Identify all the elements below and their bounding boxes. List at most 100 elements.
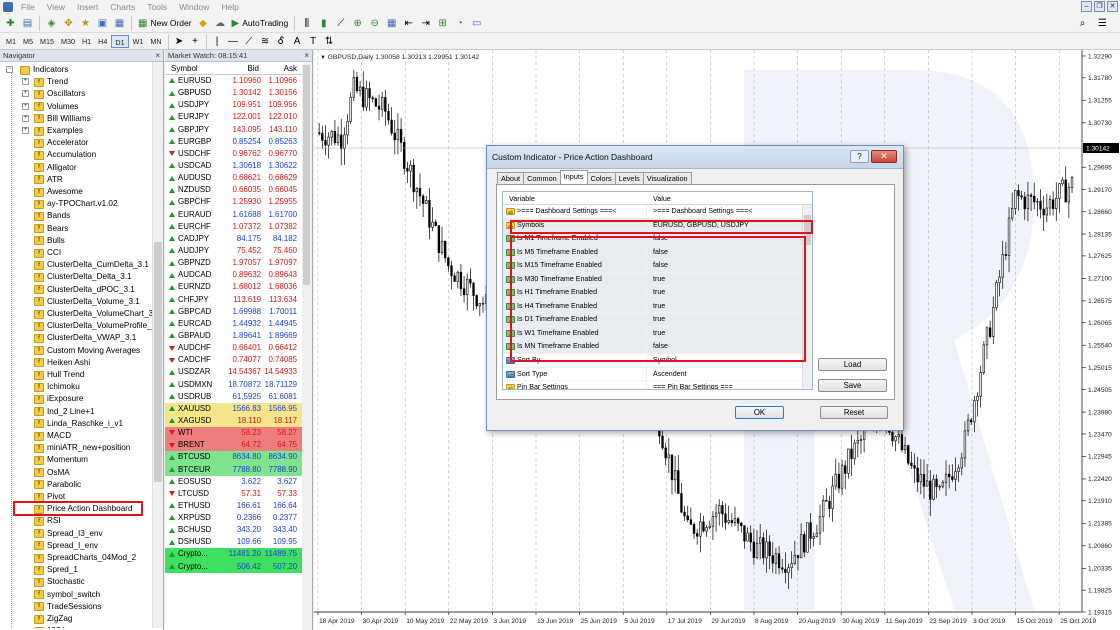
market-watch-row[interactable]: GBPCAD 1.69988 1.70011 (165, 305, 312, 318)
metaeditor-icon[interactable]: ◆ (196, 16, 211, 31)
market-watch-row[interactable]: BTCEUR 7788.80 7788.90 (165, 463, 312, 476)
market-watch-row[interactable]: USDCAD 1.30618 1.30622 (165, 159, 312, 173)
tree-indicator-item[interactable]: f1574 more... (0, 625, 150, 628)
tree-folder[interactable]: + f Volumes (0, 101, 150, 113)
market-watch-row[interactable]: BTCUSD 8634.80 8634.90 (165, 451, 312, 464)
tree-indicator-item[interactable]: f symbol_switch (0, 589, 150, 601)
load-button[interactable]: Load (818, 358, 887, 371)
market-watch-row[interactable]: ETHUSD 166.61 166.64 (165, 499, 312, 513)
market-watch-row[interactable]: BCHUSD 343.20 343.40 (165, 524, 312, 537)
market-watch-row[interactable]: USDZAR 14.54367 14.54933 (165, 366, 312, 379)
tree-indicator-item[interactable]: f ay-TPOChart.v1.02 (0, 198, 150, 210)
bar-chart-icon[interactable]: ⫼ (299, 16, 314, 31)
input-param-row[interactable]: ab Pin Bar Settings === Pin Bar Settings =… (503, 381, 812, 389)
market-watch-row[interactable]: EURCAD 1.44932 1.44945 (165, 317, 312, 330)
tree-indicator-item[interactable]: f Alligator (0, 162, 150, 174)
search-icon[interactable]: ⌕ (1075, 16, 1090, 31)
column-bid[interactable]: Bid (227, 62, 263, 74)
market-watch-row[interactable]: AUDJPY 75.452 75.460 (165, 244, 312, 258)
tree-indicator-item[interactable]: f Bears (0, 223, 150, 235)
column-ask[interactable]: Ask (263, 62, 299, 74)
tree-indicator-item[interactable]: f Momentum (0, 454, 150, 466)
candlestick-chart-icon[interactable]: ▮ (316, 16, 331, 31)
input-param-row[interactable]: ab >=== Dashboard Settings ===< >=== Dashb… (503, 205, 812, 219)
autoscroll-icon[interactable]: ⇥ (418, 16, 433, 31)
market-watch-row[interactable]: AUDUSD 0.68621 0.68629 (165, 172, 312, 185)
tab-inputs[interactable]: Inputs (559, 170, 588, 184)
tree-indicator-item[interactable]: f Ind_2 Line+1 (0, 406, 150, 418)
minimize-icon[interactable]: – (1081, 1, 1092, 12)
zoom-in-icon[interactable]: ⊕ (350, 16, 365, 31)
terminal-icon[interactable]: ▣ (95, 16, 110, 31)
market-watch-close-icon[interactable]: × (304, 50, 309, 62)
market-watch-row[interactable]: USDRUB 61.5925 61.6081 (165, 390, 312, 403)
periods-icon[interactable]: ◔ (452, 16, 467, 31)
tree-indicator-item[interactable]: f ClusterDelta_dPOC_3.1 (0, 284, 150, 296)
text-label-icon[interactable]: T (306, 34, 321, 49)
market-watch-row[interactable]: WTI 58.23 58.27 (165, 427, 312, 440)
indicators-icon[interactable]: ⊞ (435, 16, 450, 31)
tree-indicator-item[interactable]: f ClusterDelta_CumDelta_3.1 (0, 259, 150, 271)
tree-indicator-item[interactable]: f Linda_Raschke_i_v1 (0, 418, 150, 430)
tree-indicator-item[interactable]: f Accumulation (0, 149, 150, 161)
market-watch-row[interactable]: EURGBP 0.85254 0.85263 (165, 135, 312, 148)
market-watch-row[interactable]: EURAUD 1.61688 1.61700 (165, 208, 312, 221)
crosshair-icon[interactable]: + (188, 34, 203, 49)
tree-indicator-item[interactable]: f miniATR_new+position (0, 442, 150, 454)
restore-icon[interactable]: ❐ (1094, 1, 1105, 12)
tree-indicator-item[interactable]: f Bands (0, 210, 150, 222)
tree-indicator-item[interactable]: f Hull Trend (0, 369, 150, 381)
menu-insert[interactable]: Insert (71, 0, 104, 14)
menu-file[interactable]: File (15, 0, 41, 14)
timeframe-m30[interactable]: M30 (58, 35, 78, 48)
save-button[interactable]: Save (818, 379, 887, 392)
autotrading-button[interactable]: ▶ AutoTrading (230, 16, 291, 31)
market-watch-icon[interactable]: ◈ (44, 16, 59, 31)
tree-indicator-item[interactable]: f CCI (0, 247, 150, 259)
tree-indicator-item[interactable]: f MACD (0, 430, 150, 442)
help-button[interactable]: ? (850, 150, 869, 163)
tree-root-indicators[interactable]: − Indicators (0, 64, 150, 76)
expand-icon[interactable]: + (22, 78, 29, 86)
menu-tools[interactable]: Tools (141, 0, 173, 14)
templates-icon[interactable]: ▭ (469, 16, 484, 31)
market-watch-row[interactable]: CHFJPY 113.619 113.634 (165, 293, 312, 306)
horizontal-line-icon[interactable]: — (226, 34, 241, 49)
market-watch-row[interactable]: NZDUSD 0.66035 0.66045 (165, 184, 312, 197)
data-window-icon[interactable]: ✥ (61, 16, 76, 31)
navigator-icon[interactable]: ★ (78, 16, 93, 31)
tree-indicator-item[interactable]: f ATR (0, 174, 150, 186)
timeframe-h4[interactable]: H4 (95, 35, 110, 48)
tree-indicator-item[interactable]: f Stochastic (0, 576, 150, 588)
expand-icon[interactable]: + (22, 102, 29, 110)
market-watch-row[interactable]: CADCHF 0.74077 0.74085 (165, 354, 312, 367)
dialog-close-button[interactable]: ✕ (871, 150, 897, 163)
market-watch-row[interactable]: AUDCAD 0.89632 0.89643 (165, 269, 312, 282)
market-watch-row[interactable]: USDCHF 0.96762 0.96770 (165, 147, 312, 160)
tree-indicator-item[interactable]: f Spread_I3_env (0, 528, 150, 540)
tree-indicator-item[interactable]: f ClusterDelta_VolumeChart_3 (0, 308, 153, 320)
fibonacci-icon[interactable]: Ꮄ (274, 34, 289, 49)
market-watch-row[interactable]: XRPUSD 0.2366 0.2377 (165, 512, 312, 525)
market-watch-row[interactable]: GBPJPY 143.095 143.110 (165, 123, 312, 136)
zoom-out-icon[interactable]: ⊖ (367, 16, 382, 31)
menu-view[interactable]: View (41, 0, 71, 14)
tree-indicator-item[interactable]: f Spred_1 (0, 564, 150, 576)
tree-folder[interactable]: + f Examples (0, 125, 150, 137)
chat-icon[interactable]: ☰ (1095, 16, 1110, 31)
market-watch-row[interactable]: DSHUSD 109.66 109.95 (165, 536, 312, 549)
tree-indicator-item[interactable]: f ClusterDelta_VolumeProfile_ (0, 320, 152, 332)
navigator-close-icon[interactable]: × (155, 50, 160, 62)
menu-charts[interactable]: Charts (104, 0, 141, 14)
new-chart-icon[interactable]: ✚ (3, 16, 18, 31)
menu-window[interactable]: Window (173, 0, 215, 14)
market-watch-row[interactable]: GBPCHF 1.25930 1.25955 (165, 196, 312, 209)
tree-indicator-item[interactable]: f Bulls (0, 235, 150, 247)
trendline-icon[interactable]: ⟋ (242, 34, 257, 49)
new-order-button[interactable]: ▦ New Order (136, 16, 194, 31)
equidistant-channel-icon[interactable]: ≋ (258, 34, 273, 49)
market-watch-row[interactable]: AUDCHF 0.66401 0.66412 (165, 342, 312, 355)
collapse-icon[interactable]: − (6, 66, 13, 73)
tree-indicator-item[interactable]: f TradeSessions (0, 601, 150, 613)
tree-indicator-item[interactable]: f iExposure (0, 393, 150, 405)
